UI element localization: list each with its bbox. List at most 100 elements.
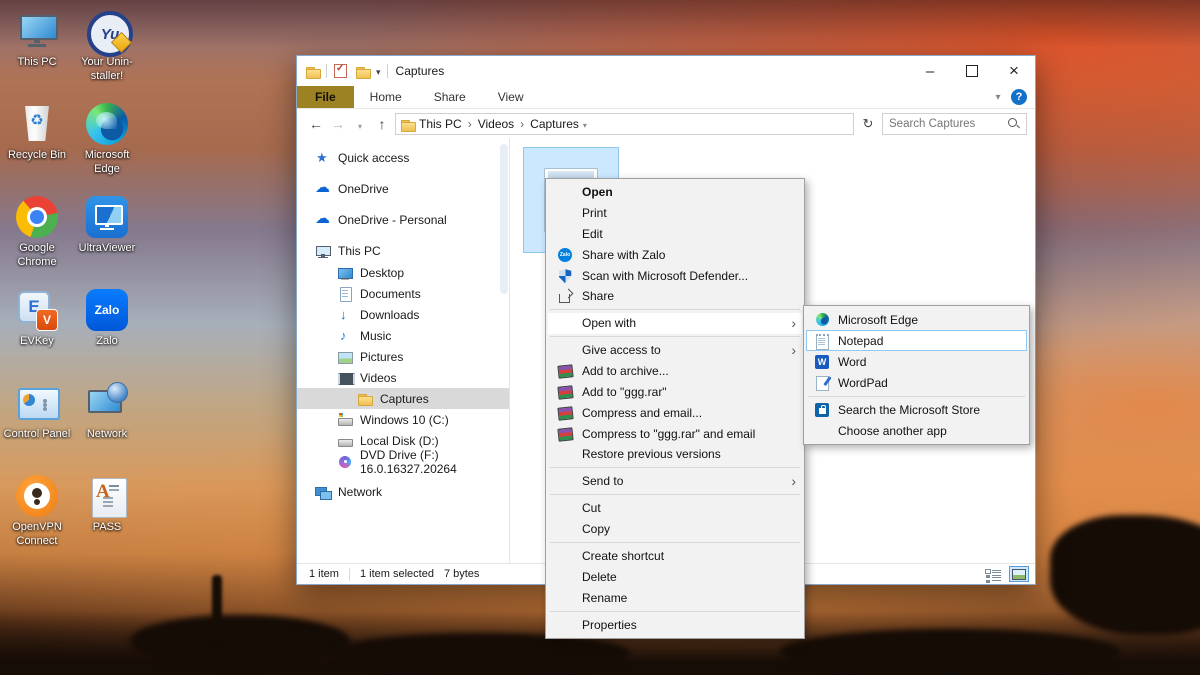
desktop-icon-label: Recycle Bin bbox=[8, 149, 66, 163]
breadcrumb-chevron-icon[interactable] bbox=[466, 117, 474, 131]
search-box[interactable] bbox=[882, 113, 1027, 135]
menu-item-give-access-to[interactable]: Give access to bbox=[548, 340, 802, 361]
submenu-item-notepad[interactable]: Notepad bbox=[806, 330, 1027, 351]
menu-item-scan-with-defender[interactable]: Scan with Microsoft Defender... bbox=[548, 265, 802, 286]
desktop-icon-this-pc[interactable]: This PC bbox=[2, 4, 72, 97]
forward-button[interactable] bbox=[329, 116, 347, 132]
details-view-icon[interactable] bbox=[985, 568, 1001, 581]
sidebar-item-captures[interactable]: Captures bbox=[297, 388, 509, 409]
submenu-item-word[interactable]: Word bbox=[806, 351, 1027, 372]
submenu-item-wordpad[interactable]: WordPad bbox=[806, 372, 1027, 393]
menu-item-properties[interactable]: Properties bbox=[548, 614, 802, 635]
back-button[interactable] bbox=[307, 116, 325, 132]
sidebar-item-downloads[interactable]: Downloads bbox=[297, 304, 509, 325]
sidebar-item-documents[interactable]: Documents bbox=[297, 283, 509, 304]
selection-size: 7 bytes bbox=[444, 568, 489, 580]
menu-item-share[interactable]: Share bbox=[548, 286, 802, 307]
sidebar-item-videos[interactable]: Videos bbox=[297, 367, 509, 388]
desktop-icon-zalo[interactable]: Zalo bbox=[72, 283, 142, 376]
menu-item-add-to-archive[interactable]: Add to archive... bbox=[548, 361, 802, 382]
new-folder-icon[interactable] bbox=[355, 64, 370, 78]
thumbnail-view-icon[interactable] bbox=[1009, 566, 1029, 582]
folder-icon[interactable] bbox=[305, 64, 320, 78]
menu-item-open[interactable]: Open bbox=[548, 182, 802, 203]
desktop-icon-pass[interactable]: PASS bbox=[72, 469, 142, 562]
edge-icon bbox=[86, 103, 128, 145]
zalo-icon bbox=[558, 248, 572, 262]
breadcrumb-captures[interactable]: Captures bbox=[530, 117, 579, 131]
menu-item-edit[interactable]: Edit bbox=[548, 224, 802, 245]
tab-home[interactable]: Home bbox=[354, 86, 418, 108]
desktop-icon-recycle-bin[interactable]: Recycle Bin bbox=[2, 97, 72, 190]
breadcrumb-videos[interactable]: Videos bbox=[478, 117, 514, 131]
dvd-icon bbox=[337, 454, 353, 470]
sidebar-item-desktop[interactable]: Desktop bbox=[297, 262, 509, 283]
menu-item-restore-previous-versions[interactable]: Restore previous versions bbox=[548, 444, 802, 465]
properties-icon[interactable] bbox=[333, 63, 349, 79]
desktop-icon-your-uninstaller[interactable]: Your Unin-staller! bbox=[72, 4, 142, 97]
search-icon[interactable] bbox=[1007, 117, 1020, 130]
menu-separator bbox=[550, 494, 800, 495]
wordpad-icon bbox=[814, 375, 830, 391]
desktop-icon-ultraviewer[interactable]: UltraViewer bbox=[72, 190, 142, 283]
collapse-ribbon-chevron-icon[interactable] bbox=[985, 86, 1011, 108]
sidebar-item-quick-access[interactable]: Quick access bbox=[297, 147, 509, 169]
menu-item-delete[interactable]: Delete bbox=[548, 566, 802, 587]
download-arrow-icon bbox=[337, 307, 353, 323]
sidebar-item-label: This PC bbox=[338, 244, 381, 258]
tab-view[interactable]: View bbox=[482, 86, 540, 108]
recent-locations-chevron-icon[interactable] bbox=[351, 116, 369, 132]
sidebar-item-onedrive[interactable]: OneDrive bbox=[297, 178, 509, 200]
help-icon[interactable] bbox=[1011, 89, 1027, 105]
menu-item-open-with[interactable]: Open with bbox=[548, 313, 802, 334]
sidebar-item-pictures[interactable]: Pictures bbox=[297, 346, 509, 367]
menu-item-rename[interactable]: Rename bbox=[548, 587, 802, 608]
desktop-icon-google-chrome[interactable]: Google Chrome bbox=[2, 190, 72, 283]
submenu-arrow-icon bbox=[782, 342, 796, 358]
maximize-button[interactable] bbox=[951, 56, 993, 86]
submenu-item-choose-another-app[interactable]: Choose another app bbox=[806, 420, 1027, 441]
submenu-item-microsoft-edge[interactable]: Microsoft Edge bbox=[806, 309, 1027, 330]
control-panel-icon bbox=[16, 382, 58, 424]
desktop-icon-openvpn-connect[interactable]: OpenVPN Connect bbox=[2, 469, 72, 562]
sidebar-scrollbar[interactable] bbox=[500, 144, 508, 294]
desktop-icon-network[interactable]: Network bbox=[72, 376, 142, 469]
tab-share[interactable]: Share bbox=[418, 86, 482, 108]
submenu-item-search-microsoft-store[interactable]: Search the Microsoft Store bbox=[806, 399, 1027, 420]
search-input[interactable] bbox=[889, 118, 1003, 130]
sidebar-item-windows-c-drive[interactable]: Windows 10 (C:) bbox=[297, 409, 509, 430]
minimize-button[interactable] bbox=[909, 56, 951, 86]
menu-item-send-to[interactable]: Send to bbox=[548, 471, 802, 492]
sidebar-item-this-pc[interactable]: This PC bbox=[297, 240, 509, 262]
title-bar[interactable]: Captures bbox=[297, 56, 1035, 86]
menu-item-create-shortcut[interactable]: Create shortcut bbox=[548, 546, 802, 567]
address-dropdown-chevron-icon[interactable] bbox=[583, 117, 587, 131]
menu-item-cut[interactable]: Cut bbox=[548, 498, 802, 519]
desktop-icon-evkey[interactable]: EVKey bbox=[2, 283, 72, 376]
desktop-icon-microsoft-edge[interactable]: Microsoft Edge bbox=[72, 97, 142, 190]
tab-file[interactable]: File bbox=[297, 86, 354, 108]
address-bar[interactable]: This PC Videos Captures bbox=[395, 113, 854, 135]
refresh-icon[interactable] bbox=[858, 116, 878, 132]
sidebar-item-onedrive-personal[interactable]: OneDrive - Personal bbox=[297, 209, 509, 231]
sidebar-item-music[interactable]: Music bbox=[297, 325, 509, 346]
up-button[interactable] bbox=[373, 116, 391, 132]
menu-item-compress-and-email[interactable]: Compress and email... bbox=[548, 402, 802, 423]
close-button[interactable] bbox=[993, 56, 1035, 86]
menu-item-share-with-zalo[interactable]: Share with Zalo bbox=[548, 244, 802, 265]
breadcrumb-chevron-icon[interactable] bbox=[518, 117, 526, 131]
menu-separator bbox=[550, 542, 800, 543]
sidebar-item-dvd-drive-f[interactable]: DVD Drive (F:) 16.0.16327.20264 bbox=[297, 451, 509, 472]
folder-icon bbox=[357, 391, 373, 407]
menu-item-compress-to-ggg-rar-and-email[interactable]: Compress to "ggg.rar" and email bbox=[548, 423, 802, 444]
sidebar-item-network[interactable]: Network bbox=[297, 481, 509, 503]
menu-item-print[interactable]: Print bbox=[548, 203, 802, 224]
desktop-icon-control-panel[interactable]: Control Panel bbox=[2, 376, 72, 469]
breadcrumb-this-pc[interactable]: This PC bbox=[419, 117, 462, 131]
menu-item-add-to-ggg-rar[interactable]: Add to "ggg.rar" bbox=[548, 382, 802, 403]
customize-toolbar-chevron-icon[interactable] bbox=[376, 62, 381, 80]
sidebar-item-label: OneDrive bbox=[338, 182, 389, 196]
submenu-arrow-icon bbox=[782, 473, 796, 489]
pass-document-icon bbox=[86, 475, 128, 517]
menu-item-copy[interactable]: Copy bbox=[548, 519, 802, 540]
